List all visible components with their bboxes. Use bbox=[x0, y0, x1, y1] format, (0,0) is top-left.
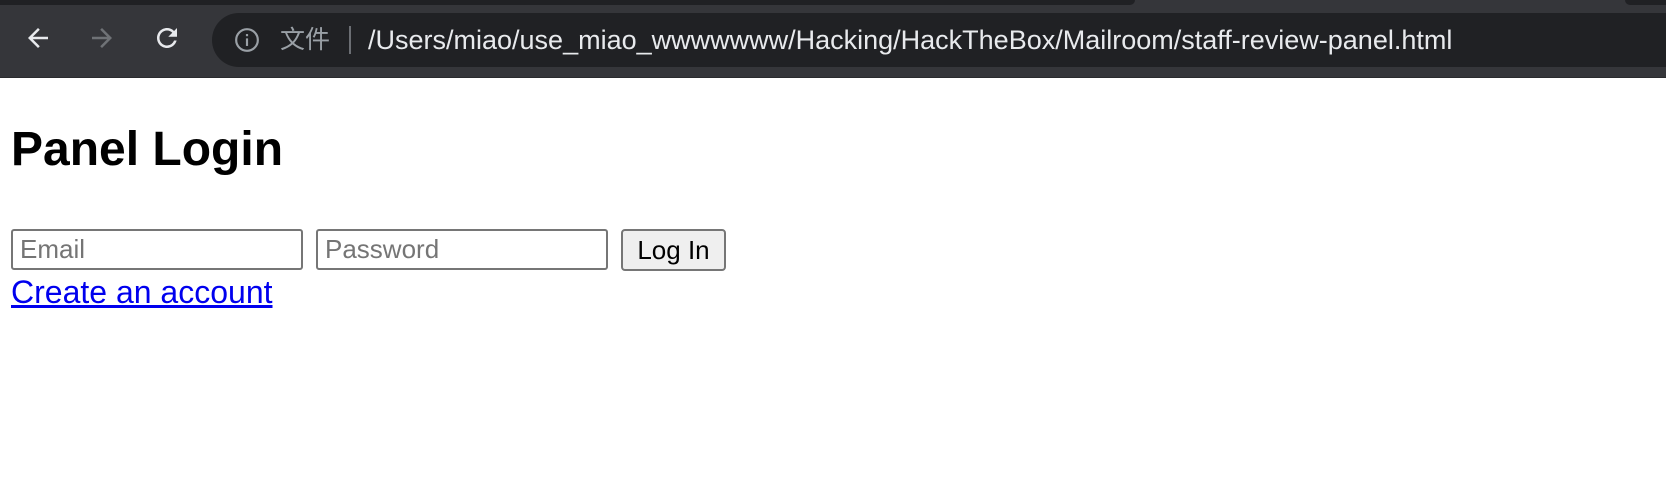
browser-toolbar: 文件 /Users/miao/use_miao_wwwwwww/Hacking/… bbox=[0, 0, 1666, 78]
arrow-left-icon bbox=[28, 28, 48, 48]
reload-icon bbox=[157, 28, 177, 48]
arrow-right-icon bbox=[92, 28, 112, 48]
email-field[interactable] bbox=[11, 229, 303, 270]
address-divider bbox=[349, 26, 351, 54]
page-content: Panel Login Log In Create an account bbox=[0, 78, 1666, 492]
url-text[interactable]: /Users/miao/use_miao_wwwwwww/Hacking/Hac… bbox=[368, 24, 1452, 56]
tab-strip-edge bbox=[0, 0, 1135, 5]
reload-button[interactable] bbox=[147, 18, 187, 58]
password-field[interactable] bbox=[316, 229, 608, 270]
create-account-link[interactable]: Create an account bbox=[11, 273, 273, 311]
tab-strip-edge bbox=[1625, 0, 1666, 5]
scheme-label: 文件 bbox=[280, 25, 331, 54]
page-title: Panel Login bbox=[11, 123, 284, 176]
back-button[interactable] bbox=[18, 18, 58, 58]
forward-button[interactable] bbox=[82, 18, 122, 58]
login-button[interactable]: Log In bbox=[621, 229, 726, 271]
address-bar[interactable]: 文件 /Users/miao/use_miao_wwwwwww/Hacking/… bbox=[212, 13, 1666, 67]
info-icon[interactable] bbox=[234, 27, 260, 53]
